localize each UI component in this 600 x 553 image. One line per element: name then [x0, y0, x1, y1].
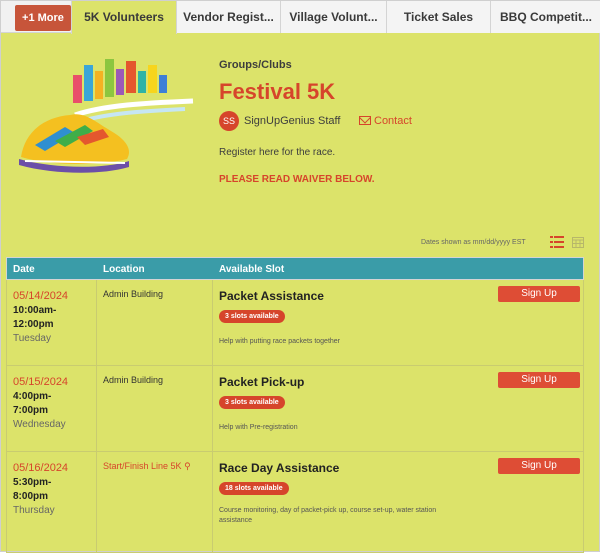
- contact-label: Contact: [374, 115, 412, 127]
- slot-time-start: 5:30pm-: [13, 477, 52, 488]
- column-divider: [212, 280, 213, 365]
- signup-table: Date Location Available Slot 05/14/2024 …: [6, 257, 584, 553]
- slot-weekday: Tuesday: [13, 333, 51, 344]
- slot-description: Course monitoring, day of packet-pick up…: [219, 507, 437, 524]
- tab-bbq-competition[interactable]: BBQ Competit...: [491, 1, 600, 33]
- sign-up-button[interactable]: Sign Up: [498, 458, 580, 474]
- column-divider: [96, 366, 97, 451]
- tab-vendor-registration[interactable]: Vendor Regist...: [177, 1, 281, 33]
- column-location: Location: [103, 264, 145, 275]
- owner-name: SignUpGenius Staff: [244, 115, 341, 127]
- column-date: Date: [13, 264, 35, 275]
- contact-link[interactable]: Contact: [359, 115, 412, 127]
- slots-available-badge: 3 slots available: [219, 310, 285, 323]
- slots-available-badge: 18 slots available: [219, 482, 289, 495]
- tab-bar: +1 More 5K Volunteers Vendor Regist... V…: [1, 1, 600, 34]
- list-view-icon[interactable]: [550, 236, 564, 248]
- column-divider: [96, 452, 97, 552]
- slot-date: 05/14/2024: [13, 290, 69, 302]
- slot-location: Start/Finish Line 5K: [103, 461, 182, 471]
- slot-weekday: Thursday: [13, 505, 55, 516]
- column-divider: [212, 452, 213, 552]
- slot-time-end: 12:00pm: [13, 319, 54, 330]
- slot-weekday: Wednesday: [13, 419, 66, 430]
- waiver-note: PLEASE READ WAIVER BELOW.: [219, 174, 375, 185]
- slots-available-badge: 3 slots available: [219, 396, 285, 409]
- slot-location: Admin Building: [103, 375, 164, 385]
- signup-description: Register here for the race.: [219, 147, 336, 158]
- column-available-slot: Available Slot: [219, 264, 285, 275]
- sign-up-button[interactable]: Sign Up: [498, 286, 580, 302]
- slot-title: Race Day Assistance: [219, 461, 340, 475]
- calendar-view-icon[interactable]: [572, 236, 584, 248]
- table-header: Date Location Available Slot: [6, 257, 584, 280]
- page-title: Festival 5K: [219, 79, 336, 104]
- slot-time-end: 8:00pm: [13, 491, 49, 502]
- tab-village-volunteers[interactable]: Village Volunt...: [281, 1, 387, 33]
- more-tabs-button[interactable]: +1 More: [15, 5, 71, 31]
- column-divider: [96, 280, 97, 365]
- sign-up-button[interactable]: Sign Up: [498, 372, 580, 388]
- column-divider: [212, 366, 213, 451]
- running-shoe-illustration: [19, 59, 194, 173]
- slot-location: Admin Building: [103, 289, 164, 299]
- slot-time-start: 10:00am-: [13, 305, 57, 316]
- slot-date: 05/15/2024: [13, 376, 69, 388]
- slot-date: 05/16/2024: [13, 462, 69, 474]
- slot-description: Help with putting race packets together: [219, 338, 341, 345]
- table-row: 05/14/2024 10:00am- 12:00pm Tuesday Admi…: [6, 280, 584, 366]
- tab-ticket-sales[interactable]: Ticket Sales: [387, 1, 491, 33]
- slot-time-start: 4:00pm-: [13, 391, 52, 402]
- table-row: 05/16/2024 5:30pm- 8:00pm Thursday Start…: [6, 452, 584, 553]
- slot-time-end: 7:00pm: [13, 405, 49, 416]
- signup-page: +1 More 5K Volunteers Vendor Regist... V…: [0, 0, 600, 553]
- date-format-note: Dates shown as mm/dd/yyyy EST: [421, 239, 526, 246]
- slot-description: Help with Pre-registration: [219, 424, 298, 431]
- map-pin-icon: ⚲: [184, 461, 191, 471]
- slot-title: Packet Assistance: [219, 289, 324, 303]
- envelope-icon: [359, 116, 371, 125]
- slot-title: Packet Pick-up: [219, 375, 305, 389]
- category-label: Groups/Clubs: [219, 59, 292, 71]
- tab-5k-volunteers[interactable]: 5K Volunteers: [71, 1, 177, 34]
- avatar: SS: [219, 111, 239, 131]
- slot-location-link[interactable]: Start/Finish Line 5K ⚲: [103, 461, 191, 472]
- table-row: 05/15/2024 4:00pm- 7:00pm Wednesday Admi…: [6, 366, 584, 452]
